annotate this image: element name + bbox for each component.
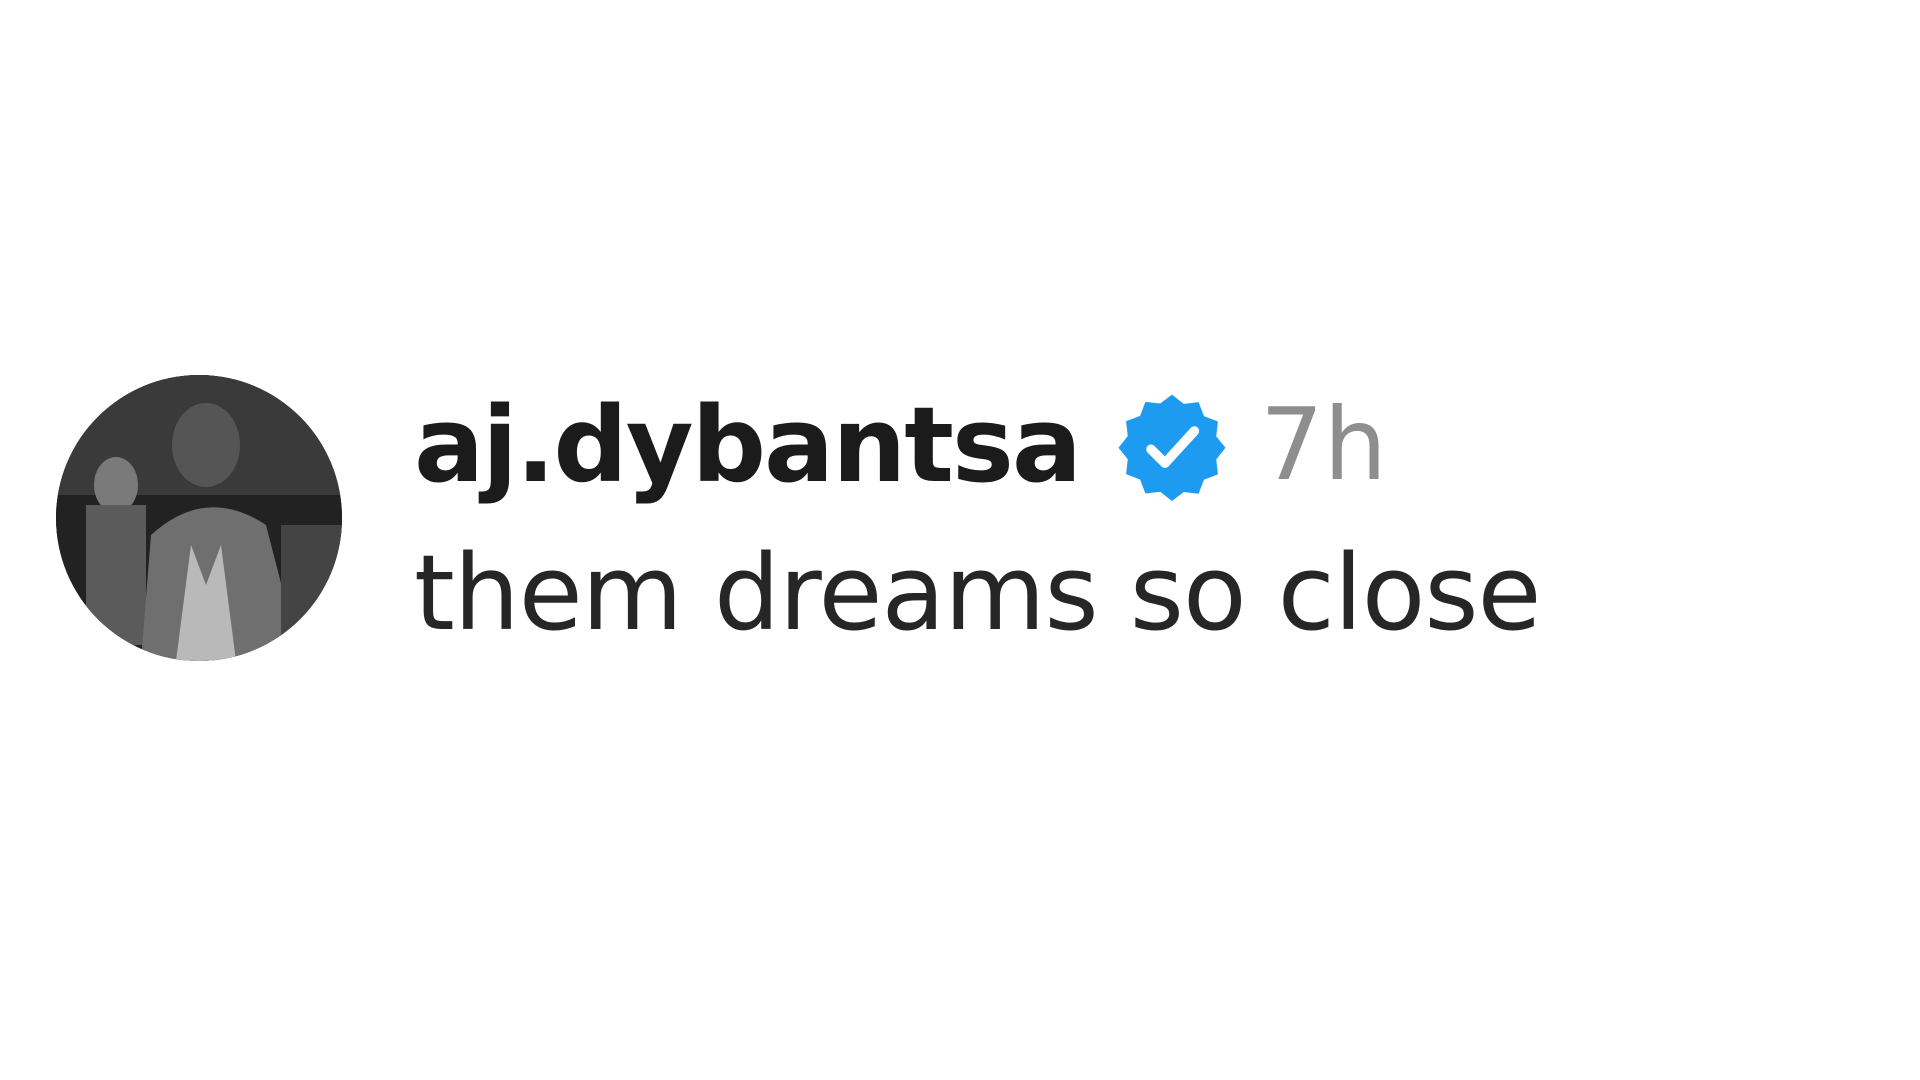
comment-text: them dreams so close [414, 532, 1542, 654]
verified-icon [1116, 389, 1228, 501]
comment-body: aj.dybantsa 7h them dreams so close [414, 385, 1542, 654]
username[interactable]: aj.dybantsa [414, 393, 1082, 497]
timestamp[interactable]: 7h [1260, 395, 1387, 495]
comment: aj.dybantsa 7h them dreams so close [56, 375, 1542, 661]
avatar-photo [56, 375, 342, 661]
comment-meta: aj.dybantsa 7h [414, 385, 1541, 505]
avatar[interactable] [56, 375, 342, 661]
